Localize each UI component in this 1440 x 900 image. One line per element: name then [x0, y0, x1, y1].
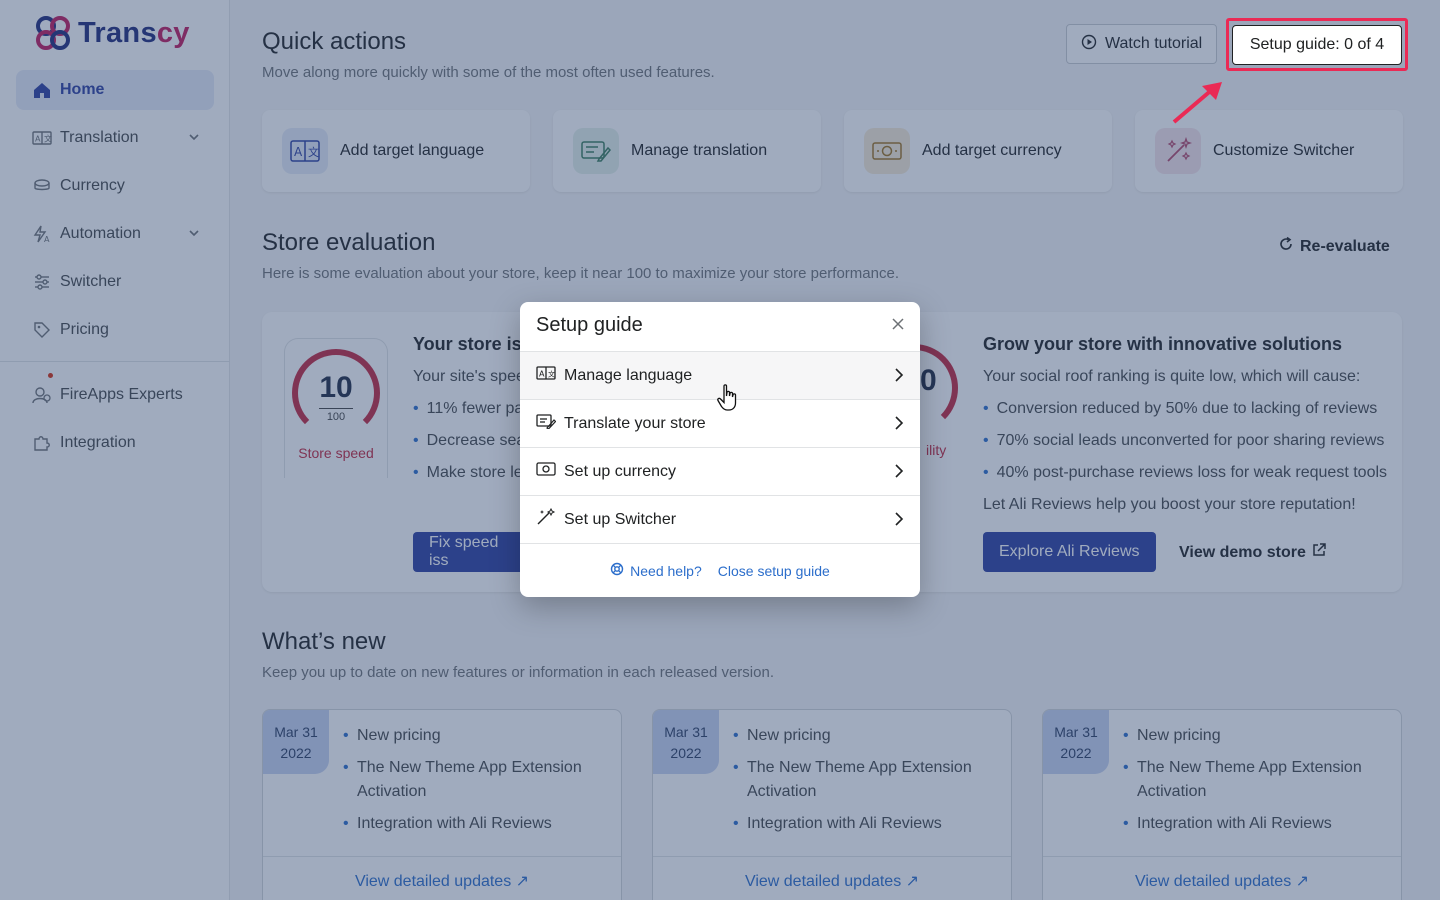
magic-wand-icon [536, 507, 556, 531]
need-help-link[interactable]: Need help? [610, 562, 702, 579]
svg-text:文: 文 [548, 370, 555, 379]
highlight-frame [1226, 18, 1408, 71]
chevron-right-icon [894, 416, 904, 435]
svg-text:A: A [539, 370, 545, 379]
setup-step-currency[interactable]: Set up currency [520, 447, 920, 495]
close-icon[interactable] [888, 314, 908, 334]
translate-store-icon [536, 413, 557, 434]
step-label: Translate your store [564, 414, 706, 432]
hand-cursor-icon [717, 384, 737, 411]
language-icon: A文 [536, 366, 556, 385]
chevron-right-icon [894, 464, 904, 483]
chevron-right-icon [894, 368, 904, 387]
currency-icon [536, 462, 556, 481]
lifebuoy-icon [610, 562, 624, 579]
modal-footer: Need help? Close setup guide [520, 543, 920, 597]
close-setup-guide-link[interactable]: Close setup guide [718, 563, 830, 579]
annotation-arrow-icon [1172, 82, 1222, 124]
need-help-label: Need help? [630, 562, 702, 579]
chevron-right-icon [894, 512, 904, 531]
setup-step-switcher[interactable]: Set up Switcher [520, 495, 920, 543]
setup-guide-modal: Setup guide A文 Manage language Translate… [520, 302, 920, 597]
step-label: Set up currency [564, 462, 677, 480]
step-label: Set up Switcher [564, 510, 677, 528]
modal-title: Setup guide [536, 314, 643, 336]
step-label: Manage language [564, 366, 693, 384]
